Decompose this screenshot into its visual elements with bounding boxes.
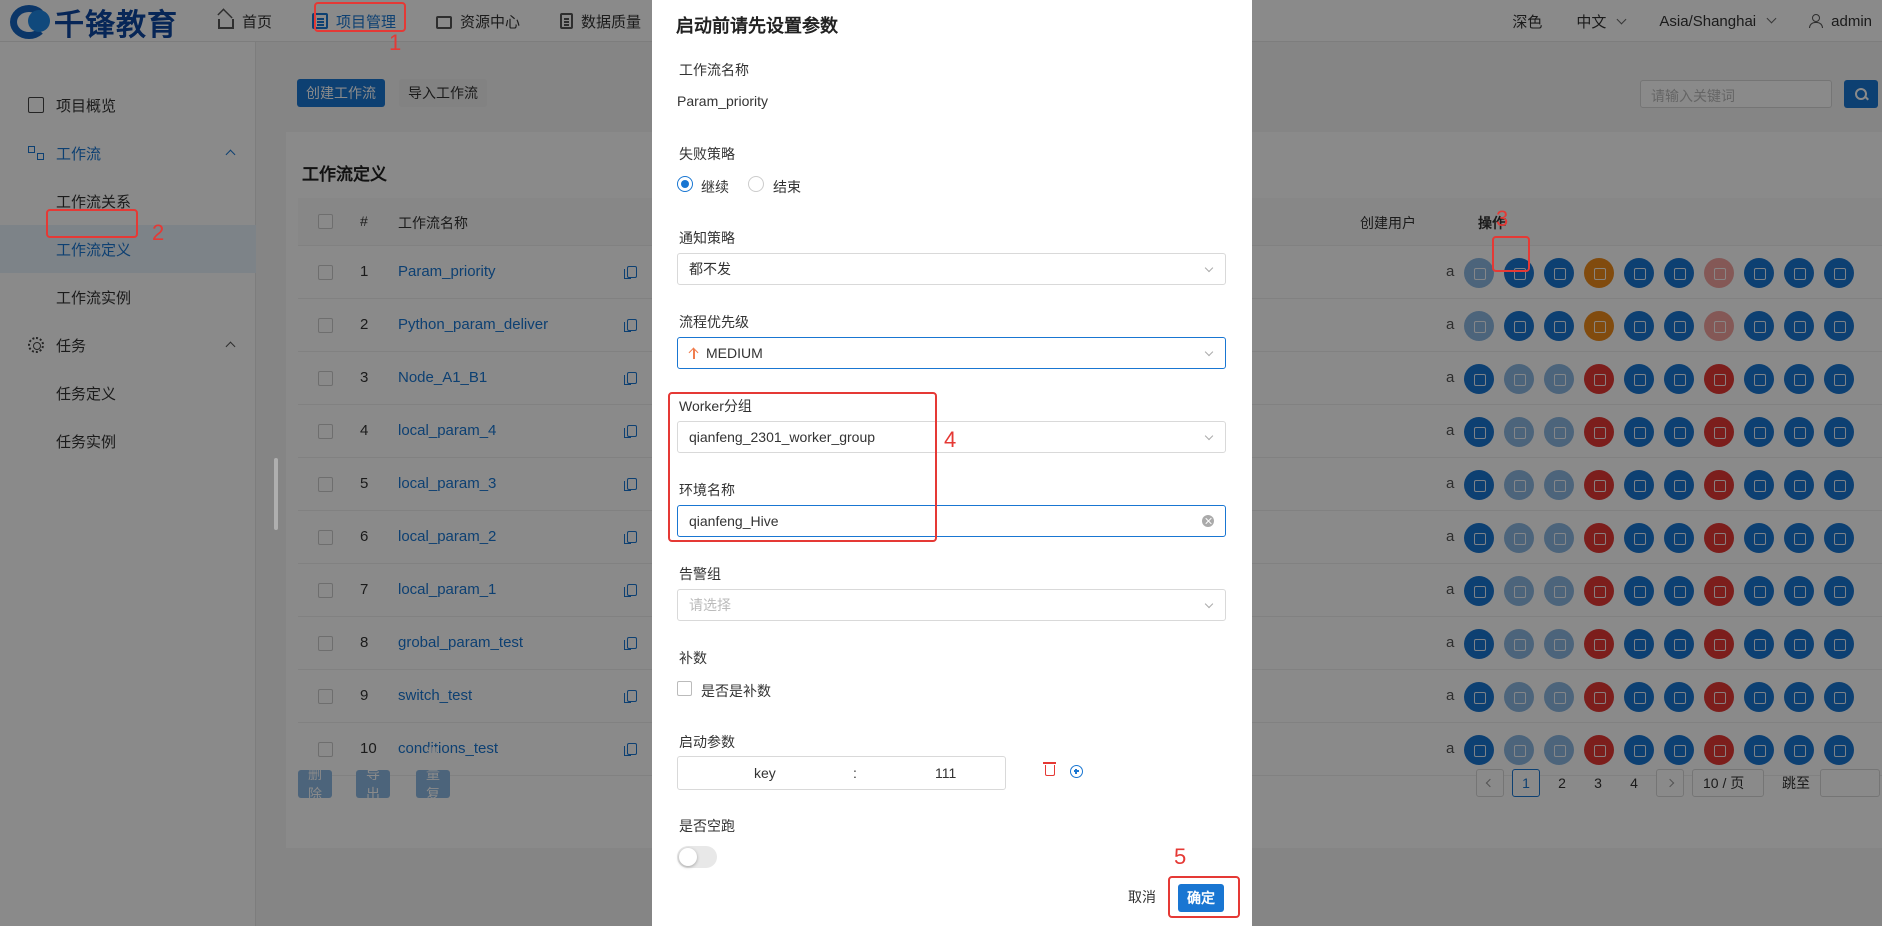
notify-strategy-value: 都不发 [689, 261, 731, 277]
clear-icon[interactable] [1202, 515, 1214, 527]
annotation-box-2 [46, 209, 138, 238]
alert-group-label: 告警组 [679, 566, 721, 582]
dry-run-label: 是否空跑 [679, 818, 735, 834]
param-value-input[interactable]: 111 [935, 765, 956, 781]
chevron-down-icon [1204, 263, 1214, 273]
startup-param-row: key : 111 [677, 756, 1006, 790]
arrow-up-icon [689, 347, 698, 359]
radio-end[interactable] [748, 176, 764, 192]
radio-continue-label: 继续 [701, 179, 729, 195]
annotation-box-5 [1168, 876, 1240, 918]
failure-strategy-label: 失败策略 [679, 146, 735, 162]
alert-group-select[interactable]: 请选择 [677, 589, 1226, 621]
startup-params-label: 启动参数 [679, 734, 735, 750]
trash-icon[interactable] [1043, 762, 1056, 776]
scrollbar[interactable] [274, 458, 278, 530]
cancel-button[interactable]: 取消 [1128, 887, 1156, 907]
priority-select[interactable]: MEDIUM [677, 337, 1226, 369]
modal-title: 启动前请先设置参数 [676, 16, 838, 36]
annotation-number-5: 5 [1174, 844, 1187, 869]
workflow-name-value: Param_priority [677, 93, 769, 109]
param-key-input[interactable]: key [754, 765, 776, 781]
complement-checkbox-label: 是否是补数 [701, 683, 771, 699]
priority-label: 流程优先级 [679, 314, 749, 330]
notify-strategy-select[interactable]: 都不发 [677, 253, 1226, 285]
annotation-box-3 [1492, 236, 1530, 272]
chevron-down-icon [1204, 599, 1214, 609]
complement-checkbox[interactable] [677, 681, 692, 696]
annotation-box-1 [314, 2, 406, 32]
add-circle-icon[interactable] [1070, 765, 1083, 778]
annotation-number-4: 4 [944, 427, 957, 452]
radio-end-label: 结束 [773, 179, 801, 195]
chevron-down-icon [1204, 347, 1214, 357]
dry-run-switch[interactable] [677, 846, 717, 868]
complement-label: 补数 [679, 650, 707, 666]
alert-group-placeholder: 请选择 [689, 597, 731, 613]
annotation-number-1: 1 [389, 30, 402, 55]
workflow-name-label: 工作流名称 [679, 62, 749, 78]
chevron-down-icon [1204, 431, 1214, 441]
annotation-number-2: 2 [152, 220, 165, 245]
annotation-box-4 [668, 392, 937, 542]
param-separator: : [853, 765, 857, 781]
priority-value: MEDIUM [706, 345, 763, 361]
notify-strategy-label: 通知策略 [679, 230, 735, 246]
radio-continue[interactable] [677, 176, 693, 192]
annotation-number-3: 3 [1496, 206, 1509, 231]
